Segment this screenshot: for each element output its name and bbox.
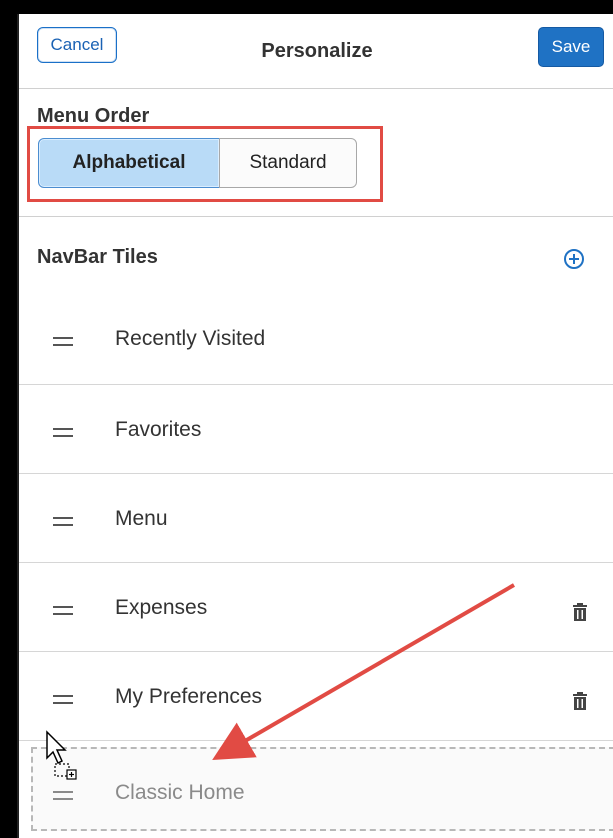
menu-order-label: Menu Order <box>37 105 150 127</box>
list-item-label: My Preferences <box>115 685 263 708</box>
list-item[interactable]: Menu <box>19 475 613 563</box>
menu-order-standard-button[interactable]: Standard <box>219 138 357 188</box>
drag-handle-icon[interactable] <box>53 517 73 527</box>
trash-icon[interactable] <box>571 602 589 622</box>
list-item-label: Favorites <box>115 418 202 441</box>
drag-handle-icon[interactable] <box>53 428 73 438</box>
navbar-tiles-label: NavBar Tiles <box>37 246 158 268</box>
plus-circle-icon[interactable] <box>563 248 585 270</box>
list-item-label: Classic Home <box>115 781 245 804</box>
list-item-label: Menu <box>115 507 168 530</box>
list-item[interactable]: My Preferences <box>19 653 613 741</box>
list-item[interactable]: Favorites <box>19 386 613 474</box>
personalize-panel: Cancel Personalize Save Menu Order Alpha… <box>17 14 613 838</box>
dragging-list-item[interactable]: Classic Home <box>31 747 613 831</box>
trash-icon[interactable] <box>571 691 589 711</box>
drag-handle-icon[interactable] <box>53 791 73 801</box>
list-item-label: Recently Visited <box>115 327 266 350</box>
list-item-label: Expenses <box>115 596 208 619</box>
save-button[interactable]: Save <box>538 27 604 67</box>
drag-handle-icon[interactable] <box>53 695 73 705</box>
list-item[interactable]: Expenses <box>19 564 613 652</box>
drag-handle-icon[interactable] <box>53 606 73 616</box>
drag-handle-icon[interactable] <box>53 337 73 347</box>
page-title: Personalize <box>261 40 373 62</box>
menu-order-section: Menu Order Alphabetical Standard <box>19 89 613 217</box>
header-bar: Cancel Personalize Save <box>19 14 613 89</box>
menu-order-alphabetical-button[interactable]: Alphabetical <box>38 138 220 188</box>
list-item[interactable]: Recently Visited <box>19 297 613 385</box>
drag-cursor-icon <box>46 730 77 780</box>
